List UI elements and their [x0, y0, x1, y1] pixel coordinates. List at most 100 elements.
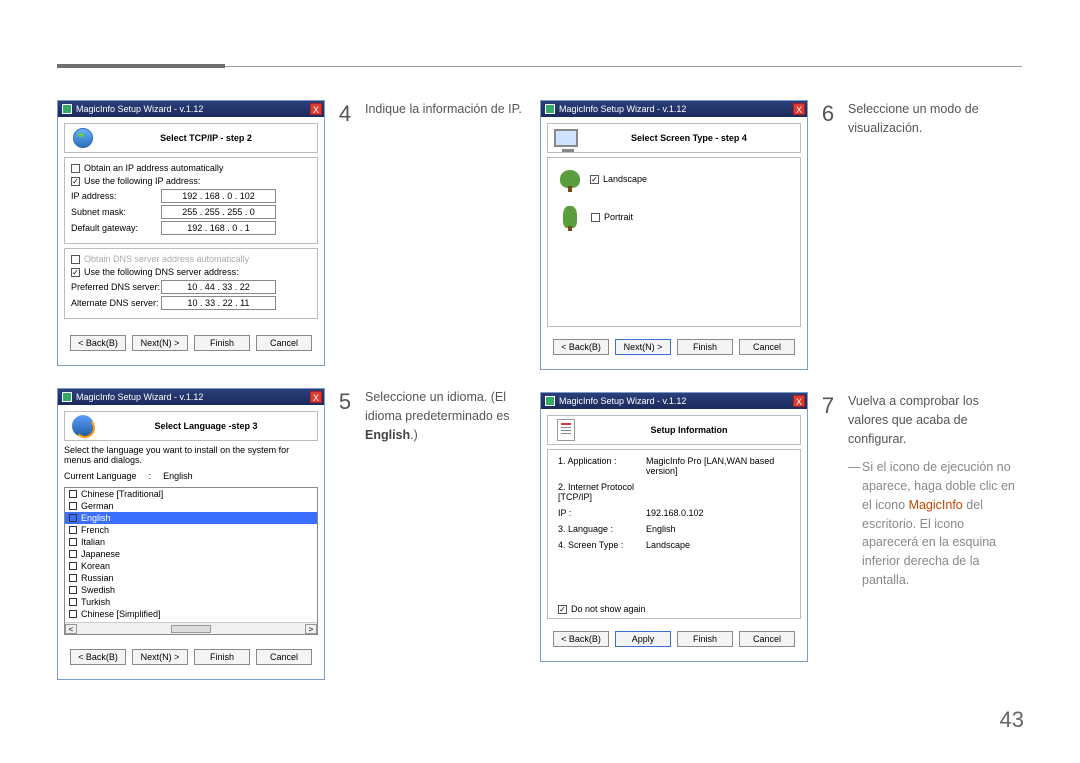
language-item-checkbox[interactable] — [69, 562, 77, 570]
language-item[interactable]: Italian — [65, 536, 317, 548]
obtain-dns-auto-line: Obtain DNS server address automatically — [71, 254, 311, 264]
step-header: Select TCP/IP - step 2 — [64, 123, 318, 153]
dns-group: Obtain DNS server address automatically … — [64, 248, 318, 319]
language-item-checkbox[interactable] — [69, 586, 77, 594]
obtain-dns-auto-label: Obtain DNS server address automatically — [84, 254, 249, 264]
landscape-icon — [560, 170, 580, 188]
scroll-left-icon[interactable]: < — [65, 624, 77, 634]
pref-dns-field[interactable]: 10 . 44 . 33 . 22 — [161, 280, 276, 294]
language-item-checkbox[interactable] — [69, 502, 77, 510]
step-caption: Seleccione un modo de visualización. — [848, 100, 1018, 138]
cancel-button[interactable]: Cancel — [739, 339, 795, 355]
monitor-icon — [551, 127, 581, 149]
back-button[interactable]: < Back(B) — [553, 631, 609, 647]
close-icon[interactable]: X — [793, 395, 805, 407]
landscape-option[interactable]: Landscape — [560, 170, 788, 188]
language-note: Select the language you want to install … — [64, 445, 318, 465]
finish-button[interactable]: Finish — [194, 335, 250, 351]
use-following-dns-checkbox[interactable] — [71, 268, 80, 277]
cancel-button[interactable]: Cancel — [739, 631, 795, 647]
language-item[interactable]: Chinese [Simplified] — [65, 608, 317, 620]
language-item-checkbox[interactable] — [69, 550, 77, 558]
obtain-auto-label: Obtain an IP address automatically — [84, 163, 223, 173]
language-item-checkbox[interactable] — [69, 610, 77, 618]
use-following-dns-label: Use the following DNS server address: — [84, 267, 239, 277]
scroll-right-icon[interactable]: > — [305, 624, 317, 634]
close-icon[interactable]: X — [310, 391, 322, 403]
button-row: < Back(B) Apply Finish Cancel — [547, 619, 801, 655]
language-item[interactable]: English — [65, 512, 317, 524]
step-number: 6 — [808, 100, 848, 127]
close-icon[interactable]: X — [310, 103, 322, 115]
language-item[interactable]: German — [65, 500, 317, 512]
finish-button[interactable]: Finish — [194, 649, 250, 665]
cancel-button[interactable]: Cancel — [256, 335, 312, 351]
portrait-icon — [563, 206, 577, 228]
wizard-app-icon — [545, 104, 555, 114]
portrait-checkbox[interactable] — [591, 213, 600, 222]
language-item[interactable]: Swedish — [65, 584, 317, 596]
obtain-auto-checkbox[interactable] — [71, 164, 80, 173]
back-button[interactable]: < Back(B) — [70, 335, 126, 351]
back-button[interactable]: < Back(B) — [70, 649, 126, 665]
next-button[interactable]: Next(N) > — [132, 335, 188, 351]
scrollbar-thumb[interactable] — [171, 625, 211, 633]
language-item-checkbox[interactable] — [69, 514, 77, 522]
info-row: 2. Internet Protocol [TCP/IP] — [558, 482, 790, 502]
language-item[interactable]: Turkish — [65, 596, 317, 608]
step-header-label: Select TCP/IP - step 2 — [98, 133, 314, 143]
cancel-button[interactable]: Cancel — [256, 649, 312, 665]
info-row: IP :192.168.0.102 — [558, 508, 790, 518]
button-row: < Back(B) Next(N) > Finish Cancel — [64, 637, 318, 673]
subnet-field[interactable]: 255 . 255 . 255 . 0 — [161, 205, 276, 219]
language-item-checkbox[interactable] — [69, 598, 77, 606]
wizard-app-icon — [545, 396, 555, 406]
globe-icon — [68, 127, 98, 149]
obtain-dns-auto-checkbox — [71, 255, 80, 264]
language-listbox[interactable]: Chinese [Traditional]GermanEnglishFrench… — [64, 487, 318, 635]
button-row: < Back(B) Next(N) > Finish Cancel — [547, 327, 801, 363]
language-item-checkbox[interactable] — [69, 490, 77, 498]
use-following-label: Use the following IP address: — [84, 176, 200, 186]
language-item[interactable]: Japanese — [65, 548, 317, 560]
language-item[interactable]: Korean — [65, 560, 317, 572]
step-header-label: Select Screen Type - step 4 — [581, 133, 797, 143]
apply-button[interactable]: Apply — [615, 631, 671, 647]
info-row: 1. Application :MagicInfo Pro [LAN,WAN b… — [558, 456, 790, 476]
next-button[interactable]: Next(N) > — [615, 339, 671, 355]
step-number: 5 — [325, 388, 365, 415]
landscape-label: Landscape — [603, 174, 647, 184]
language-item[interactable]: Russian — [65, 572, 317, 584]
portrait-option[interactable]: Portrait — [560, 206, 788, 228]
next-button[interactable]: Next(N) > — [132, 649, 188, 665]
close-icon[interactable]: X — [793, 103, 805, 115]
do-not-show-checkbox[interactable] — [558, 605, 567, 614]
current-language-label: Current Language — [64, 471, 137, 481]
language-item-checkbox[interactable] — [69, 574, 77, 582]
setup-info-box: 1. Application :MagicInfo Pro [LAN,WAN b… — [547, 449, 801, 619]
ip-field[interactable]: 192 . 168 . 0 . 102 — [161, 189, 276, 203]
alt-dns-field[interactable]: 10 . 33 . 22 . 11 — [161, 296, 276, 310]
language-item[interactable]: Chinese [Traditional] — [65, 488, 317, 500]
wizard-screentype: MagicInfo Setup Wizard - v.1.12 X Select… — [540, 100, 808, 370]
portrait-label: Portrait — [604, 212, 633, 222]
back-button[interactable]: < Back(B) — [553, 339, 609, 355]
language-item-checkbox[interactable] — [69, 526, 77, 534]
language-item-checkbox[interactable] — [69, 538, 77, 546]
wizard-app-icon — [62, 104, 72, 114]
wizard-title-text: MagicInfo Setup Wizard - v.1.12 — [559, 396, 793, 406]
landscape-checkbox[interactable] — [590, 175, 599, 184]
obtain-auto-line[interactable]: Obtain an IP address automatically — [71, 163, 311, 173]
finish-button[interactable]: Finish — [677, 339, 733, 355]
button-row: < Back(B) Next(N) > Finish Cancel — [64, 323, 318, 359]
finish-button[interactable]: Finish — [677, 631, 733, 647]
language-item[interactable]: French — [65, 524, 317, 536]
use-following-dns-line[interactable]: Use the following DNS server address: — [71, 267, 311, 277]
use-following-checkbox[interactable] — [71, 177, 80, 186]
do-not-show-line[interactable]: Do not show again — [558, 604, 790, 614]
ip-label: IP address: — [71, 191, 161, 201]
use-following-line[interactable]: Use the following IP address: — [71, 176, 311, 186]
step-caption: Indique la información de IP. — [365, 100, 522, 119]
step-caption: Vuelva a comprobar los valores que acaba… — [848, 392, 1018, 590]
gateway-field[interactable]: 192 . 168 . 0 . 1 — [161, 221, 276, 235]
